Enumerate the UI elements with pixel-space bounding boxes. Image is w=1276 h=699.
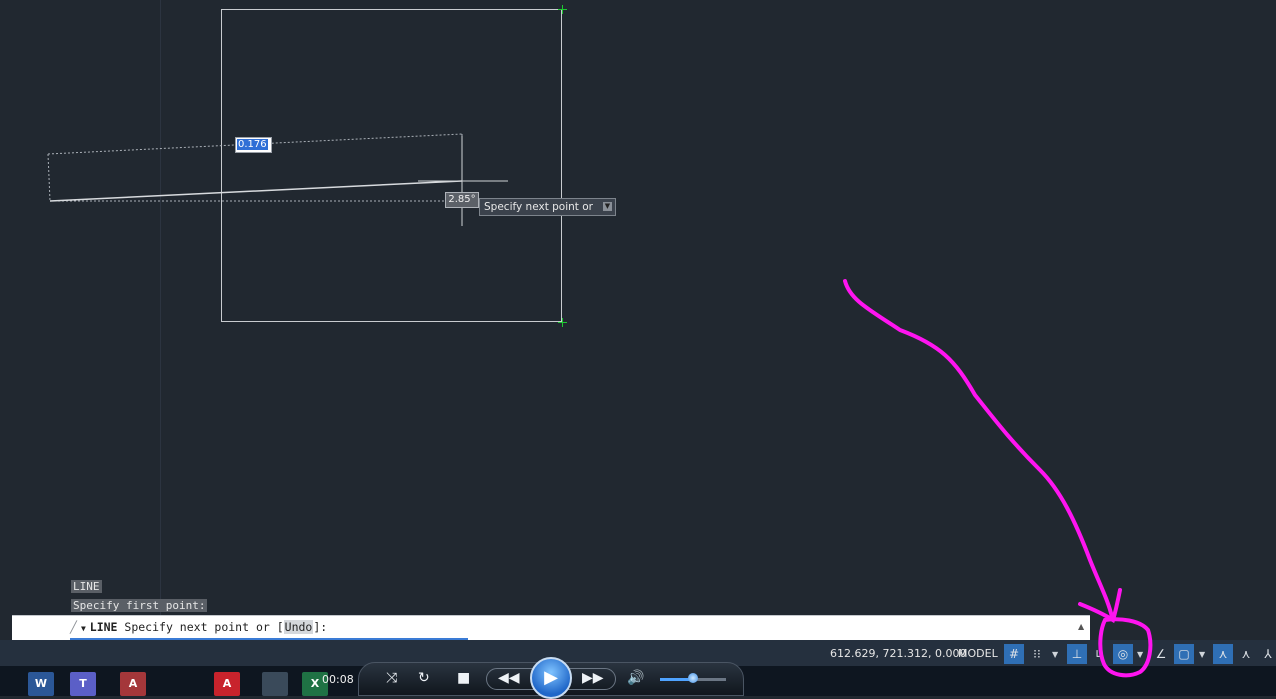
fast-forward-icon[interactable]: ▶▶ <box>582 670 604 686</box>
annotation-scale-icon[interactable]: ⅄ <box>1258 644 1276 664</box>
history-line-1: LINE <box>71 580 102 593</box>
prompt-suffix: ]: <box>313 620 328 634</box>
grip-top-right[interactable] <box>558 5 567 14</box>
options-down-arrow-icon[interactable]: ▼ <box>603 202 612 211</box>
grid-display-icon[interactable]: # <box>1004 644 1024 664</box>
ortho-mode-icon[interactable]: ∟ <box>1090 644 1110 664</box>
command-line-prompt: ╱ ▼ LINE Specify next point or [Undo]: <box>70 615 327 640</box>
dynamic-length-input[interactable]: 0.176 <box>235 137 272 153</box>
cursor-coordinates[interactable]: 612.629, 721.312, 0.000 <box>830 647 966 660</box>
taskbar-access-icon[interactable]: A <box>120 672 146 696</box>
polar-dropdown-icon[interactable]: ▼ <box>1137 650 1143 659</box>
auto-scale-icon[interactable]: ⋏ <box>1236 644 1256 664</box>
taskbar-autocad-icon[interactable]: A <box>214 672 240 696</box>
dynamic-length-value: 0.176 <box>237 139 268 150</box>
repeat-icon[interactable]: ↻ <box>418 670 430 686</box>
dynamic-prompt-tooltip: Specify next point or ▼ <box>479 198 616 216</box>
taskbar-app-icon[interactable] <box>262 672 288 696</box>
drawn-rectangle[interactable] <box>221 9 562 322</box>
model-space-button[interactable]: MODEL <box>958 647 998 660</box>
snap-dropdown-icon[interactable]: ▼ <box>1052 650 1058 659</box>
line-tool-icon: ╱ <box>70 620 77 634</box>
play-button[interactable]: ▶ <box>530 657 572 699</box>
prompt-text: Specify next point or [ <box>124 620 284 634</box>
annotation-visibility-icon[interactable]: ⋏ <box>1213 644 1233 664</box>
stop-icon[interactable]: ■ <box>457 670 470 686</box>
rewind-icon[interactable]: ◀◀ <box>498 670 520 686</box>
undo-option[interactable]: Undo <box>283 620 314 634</box>
grip-bottom-right[interactable] <box>558 318 567 327</box>
polar-tracking-icon[interactable]: ◎ <box>1113 644 1133 664</box>
elapsed-time: 00:08 <box>322 673 354 686</box>
snap-mode-icon[interactable]: ⁝⁝ <box>1027 644 1047 664</box>
viewport-divider <box>160 0 161 615</box>
taskbar-teams-icon[interactable]: T <box>70 672 96 696</box>
volume-slider-knob[interactable] <box>688 673 698 683</box>
dynamic-angle-field[interactable]: 2.85° <box>445 192 479 208</box>
taskbar-word-icon[interactable]: W <box>28 672 54 696</box>
active-command-name: LINE <box>89 620 118 634</box>
tooltip-text: Specify next point or <box>484 201 593 213</box>
drawing-canvas[interactable] <box>0 0 1276 640</box>
osnap-dropdown-icon[interactable]: ▼ <box>1199 650 1205 659</box>
object-snap-tracking-icon[interactable]: ▢ <box>1174 644 1194 664</box>
volume-icon[interactable]: 🔊 <box>627 670 644 686</box>
recent-commands-dropdown-icon[interactable]: ▼ <box>81 624 86 633</box>
isometric-drafting-icon[interactable]: ∠ <box>1151 644 1171 664</box>
command-history-up-icon[interactable]: ▲ <box>1078 622 1084 631</box>
infer-constraints-icon[interactable]: ⊥ <box>1067 644 1087 664</box>
history-line-2: Specify first point: <box>71 599 208 612</box>
shuffle-icon[interactable]: ⤨ <box>386 670 397 686</box>
